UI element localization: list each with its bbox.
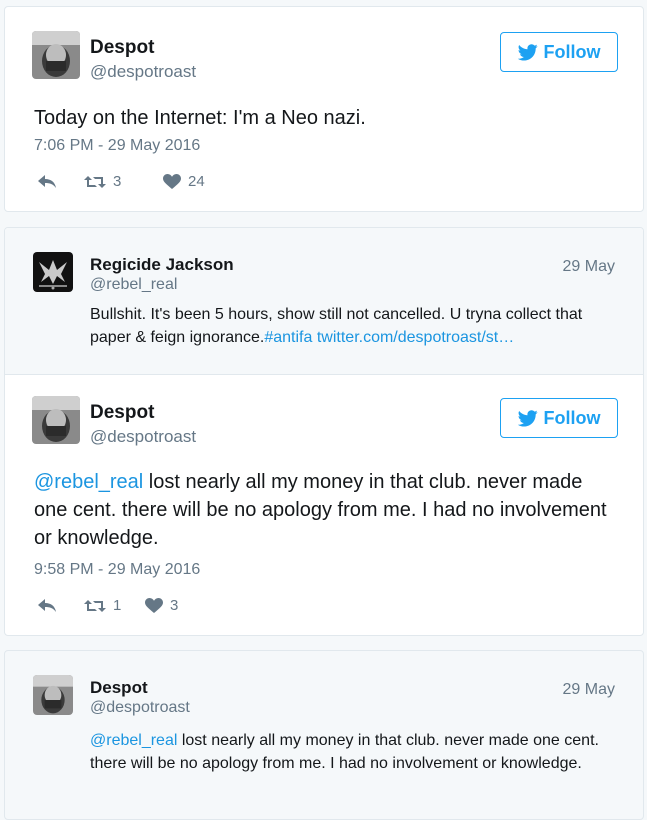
reply-icon — [38, 174, 56, 188]
avatar[interactable] — [33, 252, 73, 292]
tweet-timestamp[interactable]: 9:58 PM - 29 May 2016 — [34, 561, 200, 579]
avatar-image — [32, 396, 80, 444]
follow-button[interactable]: Follow — [500, 398, 618, 438]
reply-author-handle[interactable]: @rebel_real — [90, 276, 177, 294]
author-name[interactable]: Despot — [90, 402, 154, 424]
url-link[interactable]: twitter.com/despotroast/st… — [317, 329, 514, 346]
reply-date[interactable]: 29 May — [563, 258, 615, 276]
heart-icon — [163, 173, 181, 189]
mention-link[interactable]: @rebel_real — [34, 471, 143, 493]
retweet-button[interactable]: 1 — [83, 597, 145, 614]
reply-author-name[interactable]: Regicide Jackson — [90, 255, 234, 275]
follow-label: Follow — [543, 41, 601, 62]
avatar[interactable] — [33, 675, 73, 715]
retweet-button[interactable]: 3 — [83, 173, 163, 190]
retweet-icon — [84, 599, 106, 612]
avatar-image — [32, 31, 80, 79]
tweet-text: @rebel_real lost nearly all my money in … — [34, 468, 619, 552]
reply-icon — [38, 598, 56, 612]
reply-author-name[interactable]: Despot — [90, 678, 148, 698]
reply-author-handle[interactable]: @despotroast — [90, 699, 190, 717]
hashtag-link[interactable]: #antifa — [264, 329, 312, 346]
reply-button[interactable] — [37, 598, 83, 614]
avatar[interactable] — [32, 31, 80, 79]
tweet-timestamp[interactable]: 7:06 PM - 29 May 2016 — [34, 137, 200, 155]
tweet-actions: 3 24 — [37, 173, 205, 190]
avatar-image — [33, 675, 73, 715]
reply-date[interactable]: 29 May — [563, 681, 615, 699]
heart-icon — [145, 597, 163, 613]
reply-button[interactable] — [37, 174, 83, 190]
tweet-thread-card: Regicide Jackson @rebel_real 29 May Bull… — [4, 227, 644, 636]
tweet-card: Despot @despotroast Follow Today on the … — [4, 6, 644, 212]
author-handle[interactable]: @despotroast — [90, 62, 196, 82]
follow-button[interactable]: Follow — [500, 32, 618, 72]
tweet-actions: 1 3 — [37, 597, 178, 614]
follow-label: Follow — [543, 407, 601, 428]
retweet-count: 1 — [113, 597, 122, 614]
like-count: 24 — [188, 173, 205, 190]
twitter-bird-icon — [517, 43, 538, 60]
author-name[interactable]: Despot — [90, 37, 154, 59]
twitter-bird-icon — [517, 409, 538, 426]
like-button[interactable]: 24 — [163, 173, 205, 190]
quoted-reply[interactable]: Despot @despotroast 29 May @rebel_real l… — [4, 650, 644, 820]
avatar[interactable] — [32, 396, 80, 444]
reply-text: @rebel_real lost nearly all my money in … — [90, 729, 617, 775]
like-button[interactable]: 3 — [145, 597, 178, 614]
avatar-image — [33, 252, 73, 292]
retweet-count: 3 — [113, 173, 122, 190]
reply-text: Bullshit. It's been 5 hours, show still … — [90, 303, 617, 349]
like-count: 3 — [170, 597, 179, 614]
author-handle[interactable]: @despotroast — [90, 427, 196, 447]
tweet-text: Today on the Internet: I'm a Neo nazi. — [34, 107, 366, 129]
quoted-reply[interactable]: Regicide Jackson @rebel_real 29 May Bull… — [5, 228, 643, 375]
retweet-icon — [84, 175, 106, 188]
mention-link[interactable]: @rebel_real — [90, 732, 177, 749]
